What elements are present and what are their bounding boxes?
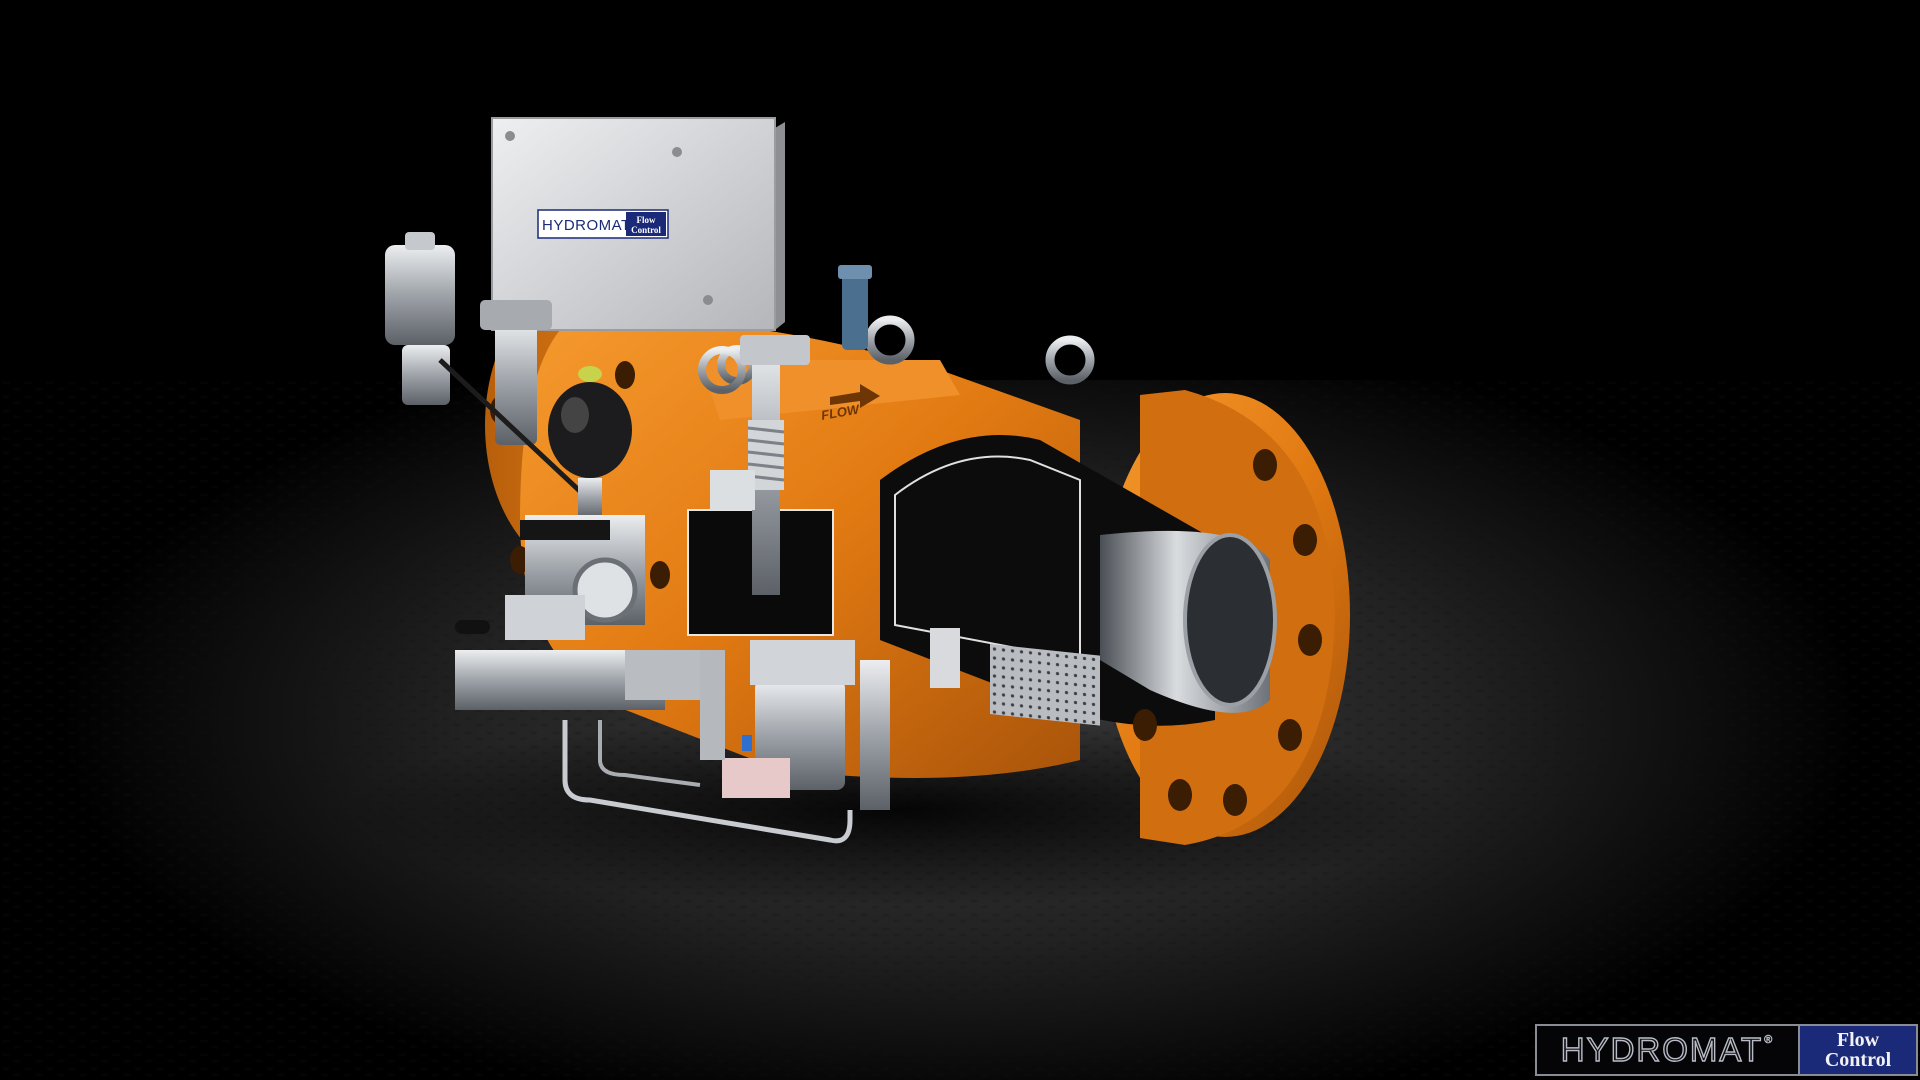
limit-switch bbox=[710, 470, 755, 510]
box-logo-word: HYDROMAT bbox=[542, 217, 631, 234]
regulator-port bbox=[402, 345, 450, 405]
regulator-body bbox=[385, 245, 455, 345]
actuator-fittings bbox=[860, 660, 890, 810]
filter-housing bbox=[495, 320, 537, 445]
control-handle bbox=[455, 620, 490, 634]
outlet-bore-face bbox=[1183, 533, 1277, 707]
junction-box-side bbox=[775, 122, 785, 330]
flange-bolt-hole bbox=[1168, 779, 1192, 811]
support-bracket bbox=[930, 628, 960, 688]
filter-top bbox=[480, 300, 552, 330]
registered-mark: ® bbox=[1764, 1034, 1775, 1047]
valve-render-scene: FLOW HYDROMAT Flow Control bbox=[0, 0, 1920, 1080]
junction-box: HYDROMAT Flow Control bbox=[491, 117, 785, 331]
box-screw bbox=[672, 147, 682, 157]
solenoid-valve bbox=[505, 595, 585, 640]
flange-bolt-hole bbox=[1298, 624, 1322, 656]
box-logo-control: Control bbox=[631, 225, 661, 235]
brand-logo: HYDROMAT ® Flow Control bbox=[1535, 1024, 1918, 1076]
lever-block bbox=[520, 520, 610, 540]
box-logo-flow: Flow bbox=[637, 215, 656, 225]
brand-flow: Flow bbox=[1836, 1029, 1880, 1051]
flange-bolt-hole bbox=[615, 361, 635, 389]
accumulator-highlight bbox=[561, 397, 589, 433]
box-screw bbox=[505, 131, 515, 141]
manual-valve bbox=[722, 758, 790, 798]
box-screw bbox=[703, 295, 713, 305]
flange-bolt-hole bbox=[1253, 449, 1277, 481]
accumulator-cap bbox=[578, 366, 602, 382]
perforated-sleeve bbox=[990, 644, 1100, 726]
accumulator-stem bbox=[578, 478, 602, 518]
flange-bolt-hole bbox=[1278, 719, 1302, 751]
fitting-block bbox=[625, 650, 705, 700]
blue-tag bbox=[742, 735, 752, 751]
actuator-top bbox=[750, 640, 855, 685]
transmitter-cap bbox=[838, 265, 872, 279]
transmitter bbox=[842, 272, 868, 350]
brand-word: HYDROMAT bbox=[1560, 1030, 1764, 1068]
flange-bolt-hole bbox=[1223, 784, 1247, 816]
regulator-cap bbox=[405, 232, 435, 250]
brand-wordmark: HYDROMAT ® bbox=[1537, 1026, 1798, 1074]
brand-control: Control bbox=[1824, 1049, 1892, 1071]
positioner-head bbox=[740, 335, 810, 365]
flange-bolt-hole bbox=[1293, 524, 1317, 556]
tube-fitting bbox=[700, 650, 725, 760]
brand-flow-control-badge: Flow Control bbox=[1798, 1026, 1916, 1074]
flange-bolt-hole bbox=[650, 561, 670, 589]
flange-bolt-hole bbox=[1133, 709, 1157, 741]
accumulator-bladder bbox=[548, 382, 632, 478]
